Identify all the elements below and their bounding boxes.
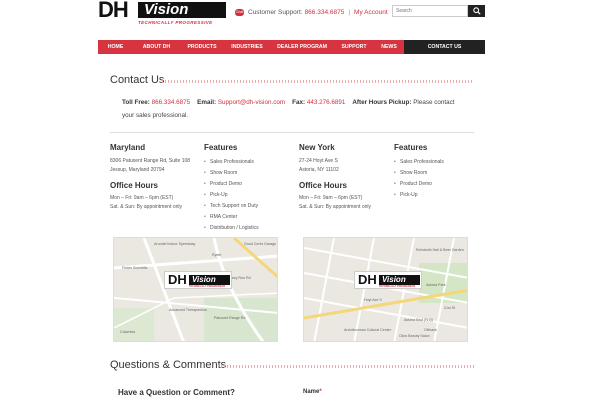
map-logo-primary: DH bbox=[358, 272, 377, 287]
contact-details: Toll Free: 866.334.6875 Email: Support@d… bbox=[122, 96, 462, 122]
nav-dealer-program[interactable]: DEALER PROGRAM bbox=[270, 40, 334, 54]
location-name: New York bbox=[299, 143, 335, 152]
tollfree-label: Toll Free: bbox=[122, 99, 150, 106]
map-label: Hoyt Ave S bbox=[364, 298, 382, 302]
feature-item: Tech Support on Duty bbox=[204, 201, 300, 212]
map-label: Fisher Scientific bbox=[122, 266, 148, 270]
fax-number: 443.276.6891 bbox=[306, 99, 346, 106]
hours-line: Sat. & Sun: By appointment only bbox=[299, 204, 371, 210]
map-label: Good Cents Garage bbox=[244, 242, 277, 246]
nav-news[interactable]: NEWS bbox=[374, 40, 404, 54]
search-input[interactable] bbox=[392, 5, 468, 17]
fax-label: Fax: bbox=[292, 99, 306, 106]
contact-title: Contact Us bbox=[110, 74, 165, 86]
map-label: Astoria Park bbox=[426, 283, 446, 287]
nav-industries[interactable]: INDUSTRIES bbox=[224, 40, 270, 54]
email-label: Email: bbox=[197, 99, 217, 106]
support-label: Customer Support: bbox=[248, 8, 303, 16]
map-logo-marker: DH Vision TECHNICALLY PROGRESSIVE bbox=[164, 271, 232, 289]
address-line: Astoria, NY 11102 bbox=[299, 167, 339, 173]
afterhours-label: After Hours Pickup: bbox=[352, 99, 412, 106]
map-logo-marker: DH Vision TECHNICALLY PROGRESSIVE bbox=[354, 271, 422, 289]
search-icon bbox=[472, 7, 481, 15]
office-hours-title: Office Hours bbox=[299, 181, 348, 190]
features-title: Features bbox=[204, 143, 238, 152]
required-mark: * bbox=[319, 389, 322, 395]
features-title: Features bbox=[394, 143, 428, 152]
search-button[interactable] bbox=[468, 5, 485, 17]
features-new-york: Features Sales Professionals Show Room P… bbox=[394, 143, 490, 201]
contact-divider bbox=[110, 132, 474, 133]
main-nav: HOME ABOUT DH PRODUCTS INDUSTRIES DEALER… bbox=[98, 40, 485, 54]
feature-item: Show Room bbox=[204, 168, 300, 179]
location-maryland: Maryland 8306 Patuxent Range Rd, Suite 1… bbox=[110, 143, 206, 212]
feature-item: RMA Center bbox=[204, 212, 300, 223]
hours-line: Mon – Fri: 9am – 6pm (EST) bbox=[110, 195, 174, 201]
questions-title: Questions & Comments bbox=[110, 359, 227, 371]
map-label: Archdiocesan Cultural Center bbox=[344, 328, 391, 332]
feature-item: Distribution / Logistics bbox=[204, 223, 300, 234]
feature-item: Pick-Up bbox=[204, 190, 300, 201]
logo-primary-text: DH bbox=[98, 0, 129, 22]
feature-item: Sales Professionals bbox=[394, 157, 490, 168]
address-line: 27-24 Hoyt Ave S bbox=[299, 158, 338, 164]
feature-item: Product Demo bbox=[394, 179, 490, 190]
feature-item: Show Room bbox=[394, 168, 490, 179]
nav-about[interactable]: ABOUT DH bbox=[133, 40, 180, 54]
office-hours-title: Office Hours bbox=[110, 181, 159, 190]
feature-item: Sales Professionals bbox=[204, 157, 300, 168]
header-separator: | bbox=[348, 8, 351, 16]
map-label: Arundel Indoor Speedway bbox=[154, 242, 196, 246]
my-account-link[interactable]: My Account bbox=[354, 9, 388, 16]
map-label: Advanced Therapeutics bbox=[169, 308, 207, 312]
map-logo-tagline: TECHNICALLY PROGRESSIVE bbox=[379, 285, 416, 288]
address-line: 8306 Patuxent Range Rd, Suite 108 bbox=[110, 158, 191, 164]
nav-home[interactable]: HOME bbox=[98, 40, 133, 54]
address-line: Jessup, Maryland 20794 bbox=[110, 167, 165, 173]
support-phone-link[interactable]: 866.334.6875 bbox=[305, 9, 345, 16]
map-logo-primary: DH bbox=[168, 272, 187, 287]
map-new-york[interactable]: Rehoboth Hall & Beer Garden Astoria Park… bbox=[303, 237, 468, 342]
name-field-label: Name* bbox=[303, 389, 322, 395]
feature-item: Pick-Up bbox=[394, 190, 490, 201]
map-label: Astoria Blvd (N,Q) bbox=[404, 318, 433, 322]
hours-line: Sat. & Sun: By appointment only bbox=[110, 204, 182, 210]
nav-products[interactable]: PRODUCTS bbox=[180, 40, 224, 54]
customer-support: Chat Customer Support: 866.334.6875 | My… bbox=[235, 6, 388, 18]
logo-secondary-text: Vision bbox=[138, 2, 226, 18]
map-logo-secondary: Vision bbox=[379, 275, 420, 285]
tollfree-link[interactable]: 866.334.6875 bbox=[152, 99, 191, 106]
title-divider bbox=[218, 365, 474, 368]
map-roads bbox=[304, 238, 467, 341]
feature-item: Product Demo bbox=[204, 179, 300, 190]
map-label: Rehoboth Hall & Beer Garden bbox=[416, 248, 464, 252]
chat-bubble-icon[interactable]: Chat bbox=[235, 8, 244, 16]
logo-tagline: TECHNICALLY PROGRESSIVE bbox=[138, 20, 213, 25]
map-roads bbox=[114, 238, 277, 341]
map-label: Columbia bbox=[120, 330, 136, 334]
map-label: Ryder bbox=[212, 253, 222, 257]
map-label: Patuxent Range Rd bbox=[214, 316, 246, 320]
map-label: Citibank bbox=[424, 328, 437, 332]
site-logo[interactable]: DH Vision TECHNICALLY PROGRESSIVE bbox=[98, 0, 226, 30]
map-logo-secondary: Vision bbox=[189, 275, 230, 285]
map-label: 21st St bbox=[444, 306, 456, 310]
title-divider bbox=[162, 80, 474, 83]
features-maryland: Features Sales Professionals Show Room P… bbox=[204, 143, 300, 234]
nav-contact-us[interactable]: CONTACT US bbox=[404, 40, 485, 54]
questions-subtitle: Have a Question or Comment? bbox=[118, 388, 235, 397]
email-link[interactable]: Support@dh-vision.com bbox=[218, 99, 285, 106]
nav-support[interactable]: SUPPORT bbox=[334, 40, 374, 54]
map-logo-tagline: TECHNICALLY PROGRESSIVE bbox=[189, 285, 226, 288]
hours-line: Mon – Fri: 9am – 6pm (EST) bbox=[299, 195, 363, 201]
map-maryland[interactable]: Arundel Indoor Speedway Fisher Scientifi… bbox=[113, 237, 278, 342]
map-label: Citos Beauty Salon bbox=[399, 334, 430, 338]
name-label-text: Name bbox=[303, 389, 320, 395]
search-bar bbox=[392, 5, 485, 17]
location-new-york: New York 27-24 Hoyt Ave S Astoria, NY 11… bbox=[299, 143, 395, 212]
location-name: Maryland bbox=[110, 143, 146, 152]
